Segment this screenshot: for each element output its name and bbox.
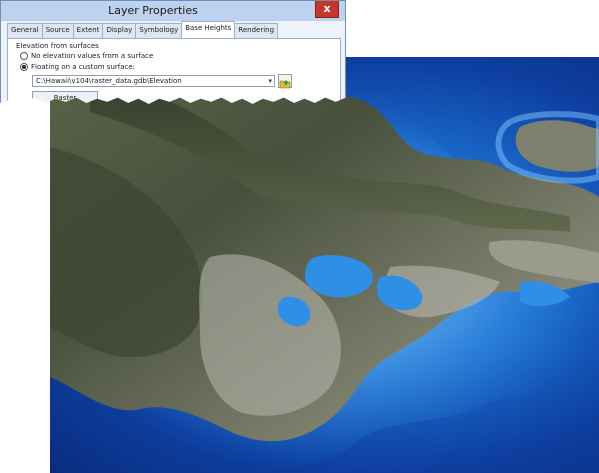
tab-rendering[interactable]: Rendering bbox=[234, 23, 279, 38]
radio-floating-custom-surface[interactable]: Floating on a custom surface: bbox=[20, 63, 135, 71]
surface-path-dropdown[interactable]: C:\Hawaii\v104\raster_data.gdb\Elevation… bbox=[32, 75, 275, 87]
tab-extent[interactable]: Extent bbox=[72, 23, 104, 38]
tab-display[interactable]: Display bbox=[102, 23, 137, 38]
tab-base-heights[interactable]: Base Heights bbox=[181, 21, 236, 38]
folder-icon bbox=[279, 80, 291, 89]
tab-general[interactable]: General bbox=[7, 23, 43, 38]
radio-button[interactable] bbox=[20, 63, 28, 71]
terrain-3d-view bbox=[50, 57, 599, 473]
base-heights-panel: Elevation from surfaces No elevation val… bbox=[7, 38, 341, 104]
close-button[interactable]: x bbox=[315, 1, 339, 18]
dialog-title: Layer Properties bbox=[108, 4, 198, 17]
radio-label: Floating on a custom surface: bbox=[31, 63, 136, 71]
3d-terrain-scene[interactable] bbox=[50, 57, 599, 473]
radio-button[interactable] bbox=[20, 52, 28, 60]
tab-strip: General Source Extent Display Symbology … bbox=[7, 21, 279, 38]
radio-label: No elevation values from a surface bbox=[31, 52, 154, 60]
radio-no-elevation[interactable]: No elevation values from a surface bbox=[20, 52, 153, 60]
tab-symbology[interactable]: Symbology bbox=[135, 23, 183, 38]
chevron-down-icon[interactable]: ▾ bbox=[268, 76, 272, 86]
tab-source[interactable]: Source bbox=[41, 23, 74, 38]
layer-properties-dialog: Layer Properties x General Source Extent… bbox=[0, 0, 346, 104]
surface-path-value: C:\Hawaii\v104\raster_data.gdb\Elevation bbox=[36, 77, 182, 85]
island bbox=[515, 120, 599, 172]
browse-folder-button[interactable] bbox=[278, 74, 292, 89]
elevation-group-label: Elevation from surfaces bbox=[16, 42, 99, 50]
title-bar[interactable]: Layer Properties x bbox=[1, 1, 345, 21]
